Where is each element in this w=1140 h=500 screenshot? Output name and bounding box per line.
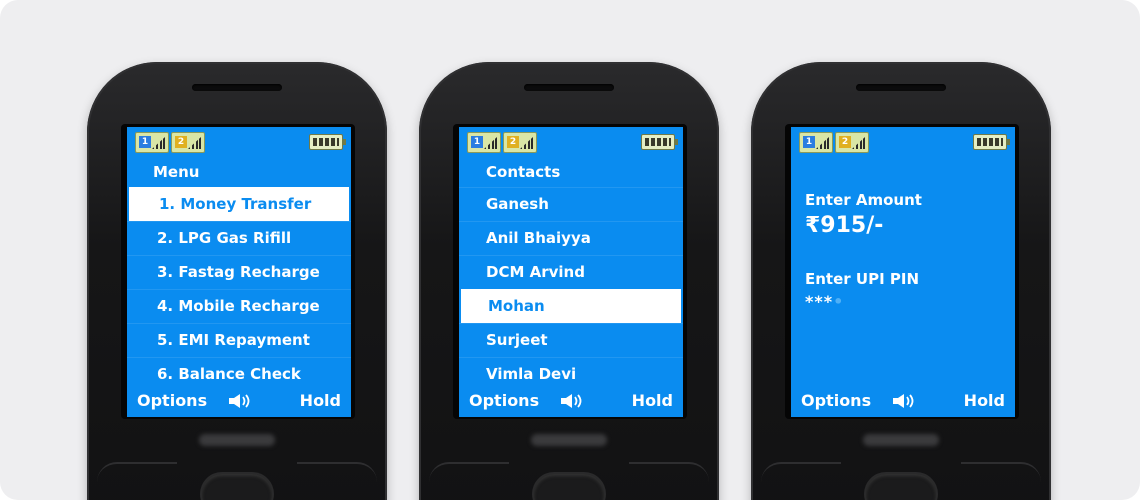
canvas: 1 2 Menu 1. Money Transfer 2. LPG Gas Ri…: [0, 0, 1140, 500]
contact-mohan[interactable]: Mohan: [461, 289, 681, 323]
signal-icon: 1: [467, 132, 501, 153]
phone-screen: 1 2 Enter Amount ₹915/- Enter UPI PIN **…: [791, 127, 1015, 417]
status-bar: 1 2: [459, 127, 683, 157]
pin-input[interactable]: ***•: [805, 292, 1015, 311]
battery-icon: [641, 134, 678, 150]
speaker-icon: [229, 394, 250, 408]
hold-softkey[interactable]: Hold: [632, 391, 673, 410]
pin-value: ***: [805, 292, 834, 311]
battery-icon: [973, 134, 1010, 150]
options-softkey[interactable]: Options: [469, 391, 539, 410]
right-soft-key[interactable]: [629, 462, 709, 486]
status-bar: 1 2: [127, 127, 351, 157]
softkey-bar: Options Hold: [127, 387, 351, 417]
phone-payment: 1 2 Enter Amount ₹915/- Enter UPI PIN **…: [749, 62, 1053, 500]
signal-icon: 2: [835, 132, 869, 153]
navigation-key[interactable]: [202, 474, 272, 500]
navigation-key[interactable]: [866, 474, 936, 500]
phone-screen: 1 2 Contacts Ganesh Anil Bhaiyya DCM Arv…: [459, 127, 683, 417]
left-soft-key[interactable]: [97, 462, 177, 486]
contact-anil-bhaiyya[interactable]: Anil Bhaiyya: [459, 221, 683, 255]
signal-icon: 2: [171, 132, 205, 153]
hold-softkey[interactable]: Hold: [300, 391, 341, 410]
status-bar: 1 2: [791, 127, 1015, 157]
contacts-title: Contacts: [486, 163, 561, 181]
contact-vimla-devi[interactable]: Vimla Devi: [459, 357, 683, 391]
menu-item-emi-repayment[interactable]: 5. EMI Repayment: [127, 323, 351, 357]
phone-screen: 1 2 Menu 1. Money Transfer 2. LPG Gas Ri…: [127, 127, 351, 417]
right-soft-key[interactable]: [297, 462, 377, 486]
menu-item-balance-check[interactable]: 6. Balance Check: [127, 357, 351, 391]
brand-logo: [199, 434, 275, 446]
softkey-bar: Options Hold: [459, 387, 683, 417]
speaker-icon: [561, 394, 582, 408]
battery-icon: [309, 134, 346, 150]
phone-contacts: 1 2 Contacts Ganesh Anil Bhaiyya DCM Arv…: [417, 62, 721, 500]
menu-title: Menu: [153, 163, 200, 181]
softkey-bar: Options Hold: [791, 387, 1015, 417]
menu-item-lpg-gas-refill[interactable]: 2. LPG Gas Rifill: [127, 221, 351, 255]
phone-menu: 1 2 Menu 1. Money Transfer 2. LPG Gas Ri…: [85, 62, 389, 500]
menu-item-mobile-recharge[interactable]: 4. Mobile Recharge: [127, 289, 351, 323]
navigation-key[interactable]: [534, 474, 604, 500]
speaker-icon: [893, 394, 914, 408]
menu-item-money-transfer[interactable]: 1. Money Transfer: [129, 187, 349, 221]
menu-item-fastag-recharge[interactable]: 3. Fastag Recharge: [127, 255, 351, 289]
left-soft-key[interactable]: [429, 462, 509, 486]
signal-icon: 2: [503, 132, 537, 153]
signal-icon: 1: [135, 132, 169, 153]
pin-label: Enter UPI PIN: [805, 270, 919, 288]
pin-cursor: •: [833, 292, 845, 311]
earpiece: [856, 84, 946, 91]
earpiece: [524, 84, 614, 91]
brand-logo: [863, 434, 939, 446]
amount-label: Enter Amount: [805, 191, 922, 209]
earpiece: [192, 84, 282, 91]
left-soft-key[interactable]: [761, 462, 841, 486]
signal-icon: 1: [799, 132, 833, 153]
options-softkey[interactable]: Options: [801, 391, 871, 410]
right-soft-key[interactable]: [961, 462, 1041, 486]
options-softkey[interactable]: Options: [137, 391, 207, 410]
brand-logo: [531, 434, 607, 446]
contact-ganesh[interactable]: Ganesh: [459, 187, 683, 221]
amount-value[interactable]: ₹915/-: [805, 213, 1015, 238]
contact-dcm-arvind[interactable]: DCM Arvind: [459, 255, 683, 289]
contact-surjeet[interactable]: Surjeet: [459, 323, 683, 357]
hold-softkey[interactable]: Hold: [964, 391, 1005, 410]
